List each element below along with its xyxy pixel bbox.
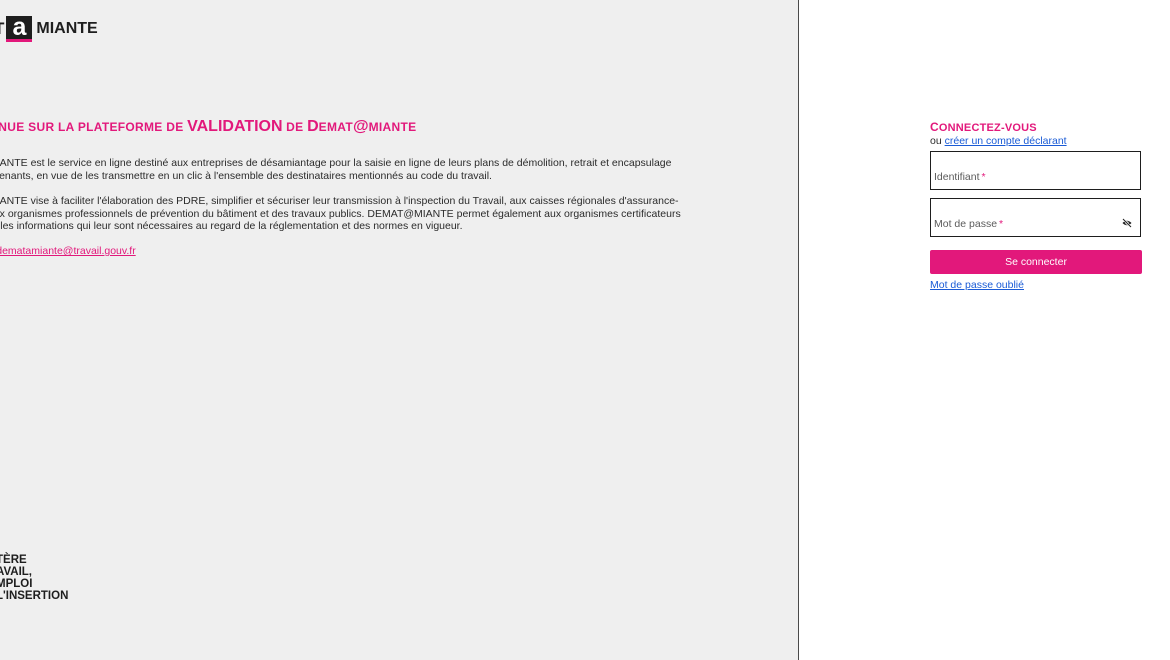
intro-p2-line1: MIANTE vise à faciliter l'élaboration de… xyxy=(0,195,679,207)
username-label: Identifiant * xyxy=(934,171,986,183)
app-logo: T a MIANTE xyxy=(0,15,98,42)
info-panel: T a MIANTE enue sur la plateforme de VAL… xyxy=(0,0,798,660)
welcome-part-3: de xyxy=(282,120,308,134)
login-title-initial: C xyxy=(930,120,939,134)
create-account-link[interactable]: créer un compte déclarant xyxy=(945,135,1067,147)
welcome-part-5: @ xyxy=(352,118,369,135)
contact-email-link[interactable]: gt-dematamiante@travail.gouv.fr xyxy=(0,245,136,257)
ministry-logo-text: TÈRE AVAIL, MPLOI L'INSERTION xyxy=(0,554,69,603)
intro-p2-line3: er les informations qui leur sont nécess… xyxy=(0,220,463,232)
login-panel: Connectez-vous ou créer un compte déclar… xyxy=(799,0,1170,660)
username-label-text: Identifiant xyxy=(934,171,980,183)
intro-p2-line2: aux organismes professionnels de prévent… xyxy=(0,207,681,220)
welcome-part-2: VALIDATION xyxy=(187,118,283,135)
login-submit-button[interactable]: Se connecter xyxy=(930,250,1142,274)
welcome-heading: enue sur la plateforme de VALIDATION de … xyxy=(0,118,416,136)
password-label: Mot de passe * xyxy=(934,218,1003,230)
login-subtitle: ou créer un compte déclarant xyxy=(930,135,1067,147)
login-sub-prefix: ou xyxy=(930,135,945,147)
login-title-rest: onnectez-vous xyxy=(938,122,1037,134)
welcome-part-6b: iante xyxy=(378,120,417,134)
intro-paragraph-1: MIANTE est le service en ligne destiné a… xyxy=(0,157,788,182)
intro-paragraph-2: MIANTE vise à faciliter l'élaboration de… xyxy=(0,195,788,233)
username-field[interactable]: Identifiant * xyxy=(930,151,1141,190)
ministry-line-4: L'INSERTION xyxy=(0,590,69,602)
welcome-part-6a: m xyxy=(368,120,379,134)
forgot-password-link[interactable]: Mot de passe oublié xyxy=(930,279,1024,291)
welcome-part-4a: D xyxy=(307,118,319,135)
login-title: Connectez-vous xyxy=(930,120,1037,134)
eye-off-icon[interactable] xyxy=(1122,218,1132,228)
password-field[interactable]: Mot de passe * xyxy=(930,198,1141,237)
intro-p1-line2: avenants, en vue de les transmettre en u… xyxy=(0,169,492,182)
password-required-mark: * xyxy=(999,218,1004,230)
logo-prefix: T xyxy=(0,19,4,39)
username-required-mark: * xyxy=(981,171,986,183)
welcome-part-4b: emat xyxy=(318,120,353,134)
password-label-text: Mot de passe xyxy=(934,218,998,230)
intro-p1-line1: MIANTE est le service en ligne destiné a… xyxy=(0,157,672,169)
logo-text: MIANTE xyxy=(36,20,98,37)
welcome-part-1: enue sur la plateforme de xyxy=(0,120,188,134)
logo-a-mark: a xyxy=(6,15,33,42)
